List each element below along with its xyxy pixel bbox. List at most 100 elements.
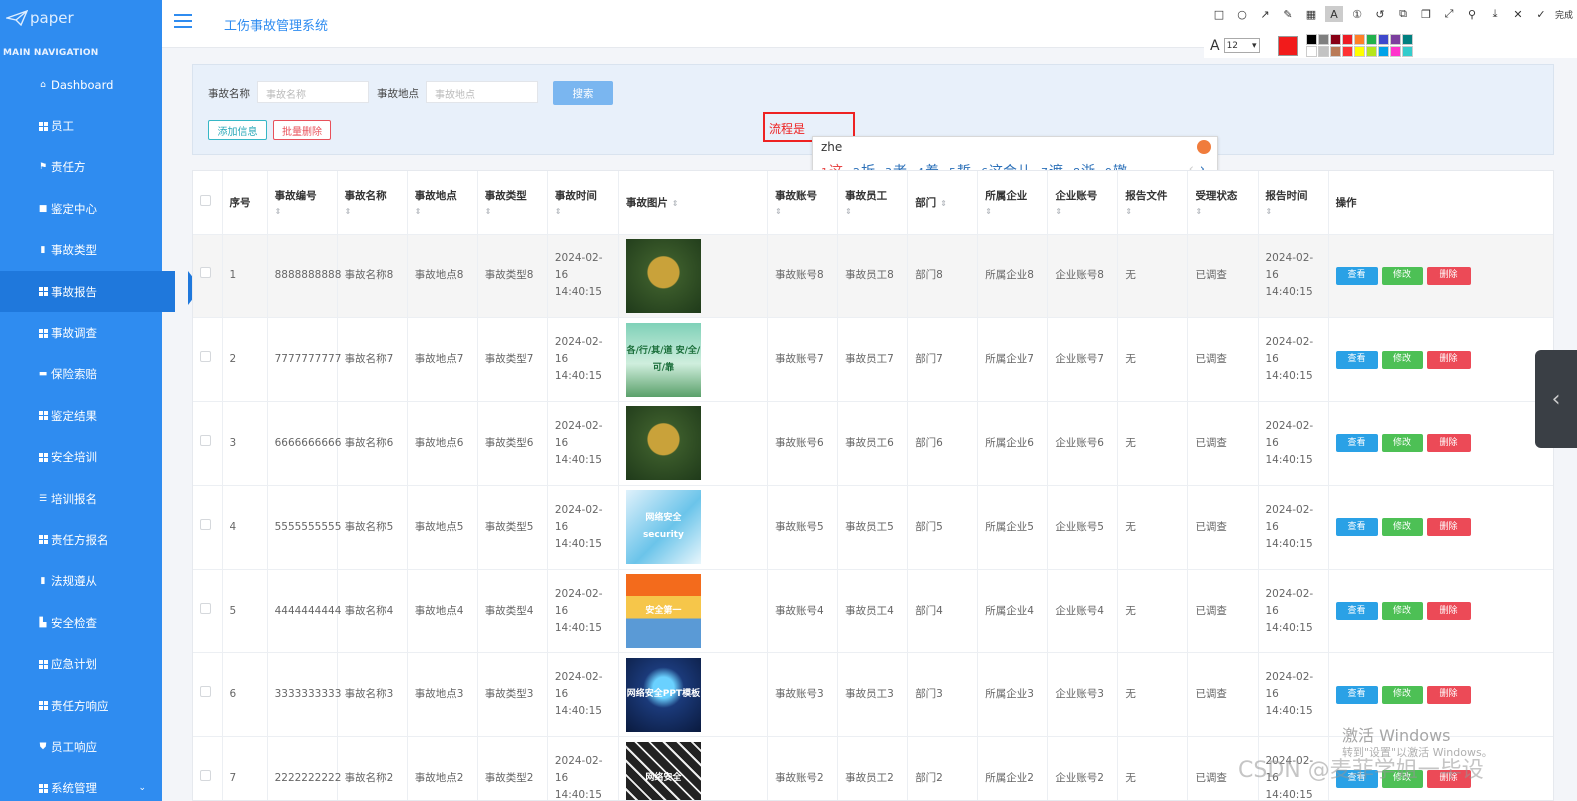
color-swatch[interactable] bbox=[1389, 34, 1401, 45]
edit-button[interactable]: 修改 bbox=[1381, 434, 1423, 453]
color-swatch[interactable] bbox=[1329, 34, 1341, 45]
color-swatch[interactable] bbox=[1401, 34, 1413, 45]
sort-icon[interactable]: ⇕ bbox=[845, 207, 900, 216]
view-button[interactable]: 查看 bbox=[1335, 518, 1378, 537]
sort-icon[interactable]: ⇕ bbox=[1266, 207, 1321, 216]
color-swatch[interactable] bbox=[1305, 34, 1317, 45]
column-header[interactable]: 企业账号 ⇕ bbox=[1047, 171, 1119, 235]
delete-button[interactable]: 删除 bbox=[1426, 434, 1471, 453]
column-header[interactable]: 受理状态 ⇕ bbox=[1187, 171, 1259, 235]
expand-icon[interactable]: ⤢ bbox=[1440, 6, 1458, 22]
edit-button[interactable]: 修改 bbox=[1381, 350, 1423, 369]
view-button[interactable]: 查看 bbox=[1335, 685, 1378, 704]
pin-icon[interactable]: ⚲ bbox=[1463, 6, 1481, 22]
sidebar-item-15[interactable]: 责任方响应 bbox=[0, 685, 162, 726]
mosaic-icon[interactable]: ▦ bbox=[1302, 6, 1320, 22]
column-header[interactable]: 事故账号 ⇕ bbox=[767, 171, 839, 235]
copy-icon[interactable]: ❐ bbox=[1417, 6, 1435, 22]
download-icon[interactable]: ⤓ bbox=[1486, 6, 1504, 22]
row-checkbox[interactable] bbox=[200, 602, 211, 614]
number-icon[interactable]: ① bbox=[1348, 6, 1366, 22]
color-swatch[interactable] bbox=[1341, 46, 1353, 57]
color-swatch[interactable] bbox=[1365, 46, 1377, 57]
column-header[interactable]: 事故名称 ⇕ bbox=[337, 171, 408, 235]
color-swatch[interactable] bbox=[1365, 34, 1377, 45]
pen-icon[interactable]: ✎ bbox=[1279, 6, 1297, 22]
sort-icon[interactable]: ⇕ bbox=[485, 207, 540, 216]
column-header[interactable]: 部门 ⇕ bbox=[907, 171, 979, 235]
side-collapse-tab[interactable]: ‹ bbox=[1535, 350, 1577, 448]
sidebar-item-16[interactable]: ⛊ 员工响应 bbox=[0, 726, 162, 767]
row-checkbox[interactable] bbox=[200, 518, 211, 530]
sort-icon[interactable]: ⇕ bbox=[672, 199, 679, 208]
delete-button[interactable]: 删除 bbox=[1426, 266, 1471, 285]
color-swatch[interactable] bbox=[1305, 46, 1317, 57]
sidebar-item-11[interactable]: 责任方报名 bbox=[0, 519, 162, 560]
view-button[interactable]: 查看 bbox=[1335, 434, 1378, 453]
row-checkbox[interactable] bbox=[200, 770, 211, 782]
column-header[interactable]: 事故编号 ⇕ bbox=[267, 171, 338, 235]
check-icon[interactable]: ✓ bbox=[1532, 6, 1550, 22]
sidebar-item-12[interactable]: ▮ 法规遵从 bbox=[0, 561, 162, 602]
row-checkbox[interactable] bbox=[200, 351, 211, 363]
search-button[interactable]: 搜索 bbox=[553, 81, 613, 105]
sort-icon[interactable]: ⇕ bbox=[415, 207, 470, 216]
row-checkbox[interactable] bbox=[200, 434, 211, 446]
sidebar-item-14[interactable]: 应急计划 bbox=[0, 643, 162, 684]
sort-icon[interactable]: ⇕ bbox=[1055, 207, 1110, 216]
accident-image[interactable] bbox=[625, 238, 701, 313]
sidebar-item-6[interactable]: 事故调查 bbox=[0, 312, 162, 353]
arrow-icon[interactable]: ↗ bbox=[1256, 6, 1274, 22]
column-header[interactable]: 事故图片 ⇕ bbox=[618, 171, 769, 235]
name-search-input[interactable]: 事故名称 bbox=[257, 81, 369, 103]
delete-button[interactable]: 删除 bbox=[1426, 518, 1471, 537]
delete-button[interactable]: 删除 bbox=[1426, 602, 1471, 621]
color-swatch[interactable] bbox=[1353, 34, 1365, 45]
color-swatch[interactable] bbox=[1317, 34, 1329, 45]
crop-icon[interactable]: ⧉ bbox=[1394, 6, 1412, 22]
delete-button[interactable]: 删除 bbox=[1426, 350, 1471, 369]
font-size-select[interactable]: 12 ▾ bbox=[1223, 38, 1260, 53]
current-color-swatch[interactable] bbox=[1277, 35, 1298, 56]
sidebar-item-17[interactable]: 系统管理 ⌄ bbox=[0, 768, 162, 801]
select-all-checkbox[interactable] bbox=[200, 195, 211, 207]
accident-image[interactable]: 网络安全 bbox=[625, 741, 701, 800]
column-header[interactable]: 报告时间 ⇕ bbox=[1258, 171, 1329, 235]
sidebar-item-8[interactable]: 鉴定结果 bbox=[0, 395, 162, 436]
view-button[interactable]: 查看 bbox=[1335, 266, 1378, 285]
edit-button[interactable]: 修改 bbox=[1381, 518, 1423, 537]
sidebar-item-4[interactable]: ▮ 事故类型 bbox=[0, 230, 162, 271]
bulk-delete-button[interactable]: 批量删除 bbox=[273, 120, 331, 140]
accident-image[interactable]: 安全第一 bbox=[625, 574, 701, 649]
done-label[interactable]: 完成 bbox=[1555, 6, 1573, 22]
accident-image[interactable]: 网络安全PPT模板 bbox=[625, 657, 701, 732]
sidebar-item-5[interactable]: 事故报告 bbox=[0, 270, 201, 313]
close-icon[interactable]: ✕ bbox=[1509, 6, 1527, 22]
row-checkbox[interactable] bbox=[200, 267, 211, 279]
accident-image[interactable]: 各/行/其/道 安/全/可/靠 bbox=[625, 322, 701, 397]
row-checkbox[interactable] bbox=[200, 686, 211, 698]
color-swatch[interactable] bbox=[1389, 46, 1401, 57]
column-header[interactable]: 事故类型 ⇕ bbox=[477, 171, 548, 235]
sidebar-item-10[interactable]: ☰ 培训报名 bbox=[0, 478, 162, 519]
accident-image[interactable] bbox=[625, 406, 701, 481]
color-swatch[interactable] bbox=[1353, 46, 1365, 57]
undo-icon[interactable]: ↺ bbox=[1371, 6, 1389, 22]
delete-button[interactable]: 删除 bbox=[1426, 685, 1471, 704]
color-swatch[interactable] bbox=[1401, 46, 1413, 57]
column-header[interactable]: 事故地点 ⇕ bbox=[407, 171, 478, 235]
add-button[interactable]: 添加信息 bbox=[208, 120, 267, 140]
sort-icon[interactable]: ⇕ bbox=[940, 199, 947, 208]
column-header[interactable]: 报告文件 ⇕ bbox=[1117, 171, 1189, 235]
edit-button[interactable]: 修改 bbox=[1381, 685, 1423, 704]
rectangle-icon[interactable]: □ bbox=[1210, 6, 1228, 22]
sidebar-item-1[interactable]: 员工 bbox=[0, 105, 162, 146]
color-swatch[interactable] bbox=[1317, 46, 1329, 57]
sidebar-item-9[interactable]: 安全培训 bbox=[0, 437, 162, 478]
sort-icon[interactable]: ⇕ bbox=[1195, 207, 1250, 216]
accident-image[interactable]: 网络安全 security bbox=[625, 490, 701, 565]
sort-icon[interactable]: ⇕ bbox=[345, 207, 400, 216]
view-button[interactable]: 查看 bbox=[1335, 602, 1378, 621]
sort-icon[interactable]: ⇕ bbox=[555, 207, 611, 216]
column-header[interactable]: 所属企业 ⇕ bbox=[977, 171, 1049, 235]
